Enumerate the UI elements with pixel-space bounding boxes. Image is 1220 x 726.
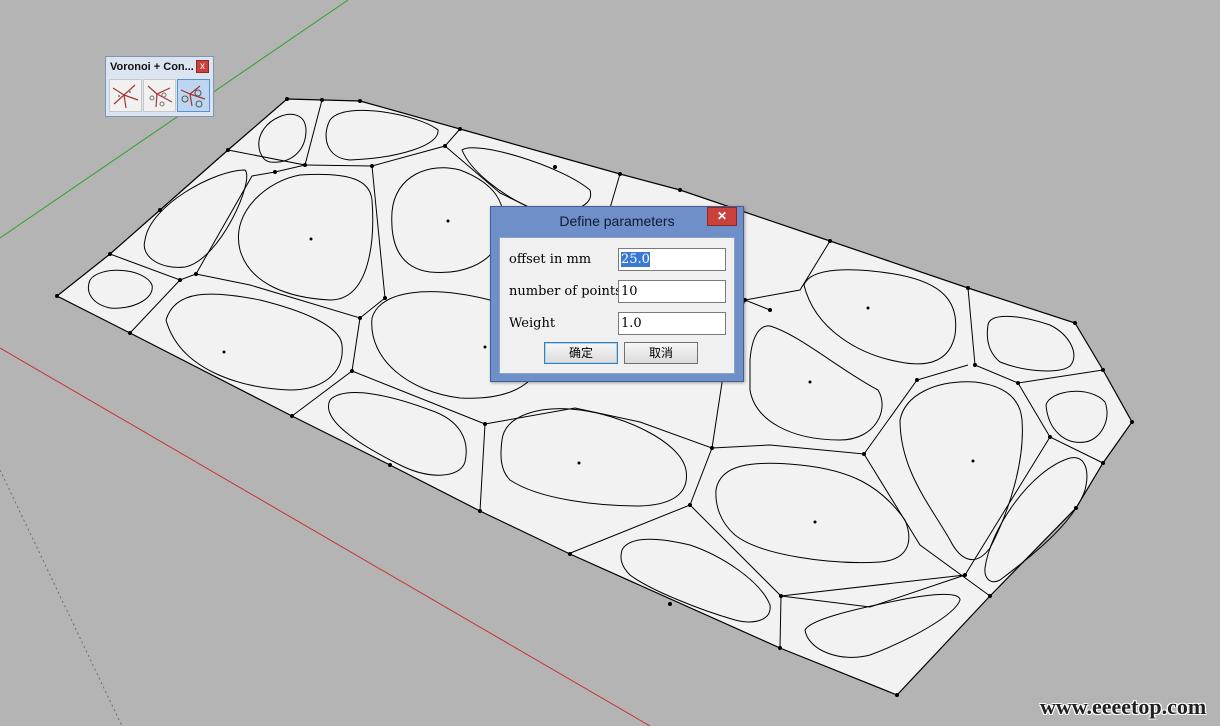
toolbar-title: Voronoi + Con... bbox=[110, 61, 194, 73]
toolbar-button-voronoi-points[interactable] bbox=[143, 79, 176, 112]
voronoi-lines-icon bbox=[112, 84, 139, 109]
ok-button[interactable]: 确定 bbox=[544, 342, 618, 364]
cancel-button[interactable]: 取消 bbox=[624, 342, 698, 364]
weight-input[interactable] bbox=[618, 312, 726, 335]
dialog-close-button[interactable]: ✕ bbox=[707, 207, 737, 226]
offset-input[interactable] bbox=[618, 248, 726, 271]
offset-label: offset in mm bbox=[509, 252, 592, 267]
toolbar-close-button[interactable]: x bbox=[196, 60, 209, 73]
dialog-body: offset in mm number of points Weight 确定 … bbox=[499, 237, 735, 374]
dialog-title: Define parameters bbox=[559, 213, 675, 229]
number-of-points-input[interactable] bbox=[618, 280, 726, 303]
weight-label: Weight bbox=[509, 316, 556, 331]
voronoi-toolbar[interactable]: Voronoi + Con... x bbox=[105, 56, 214, 117]
voronoi-cells-icon bbox=[180, 85, 206, 108]
toolbar-button-voronoi-cells[interactable] bbox=[177, 79, 210, 112]
number-of-points-label: number of points bbox=[509, 284, 622, 299]
site-watermark: www.eeeetop.com bbox=[1040, 694, 1207, 719]
toolbar-button-voronoi-lines[interactable] bbox=[109, 79, 142, 112]
define-parameters-dialog[interactable]: Define parameters ✕ offset in mm number … bbox=[490, 206, 744, 382]
voronoi-points-icon bbox=[147, 85, 173, 108]
